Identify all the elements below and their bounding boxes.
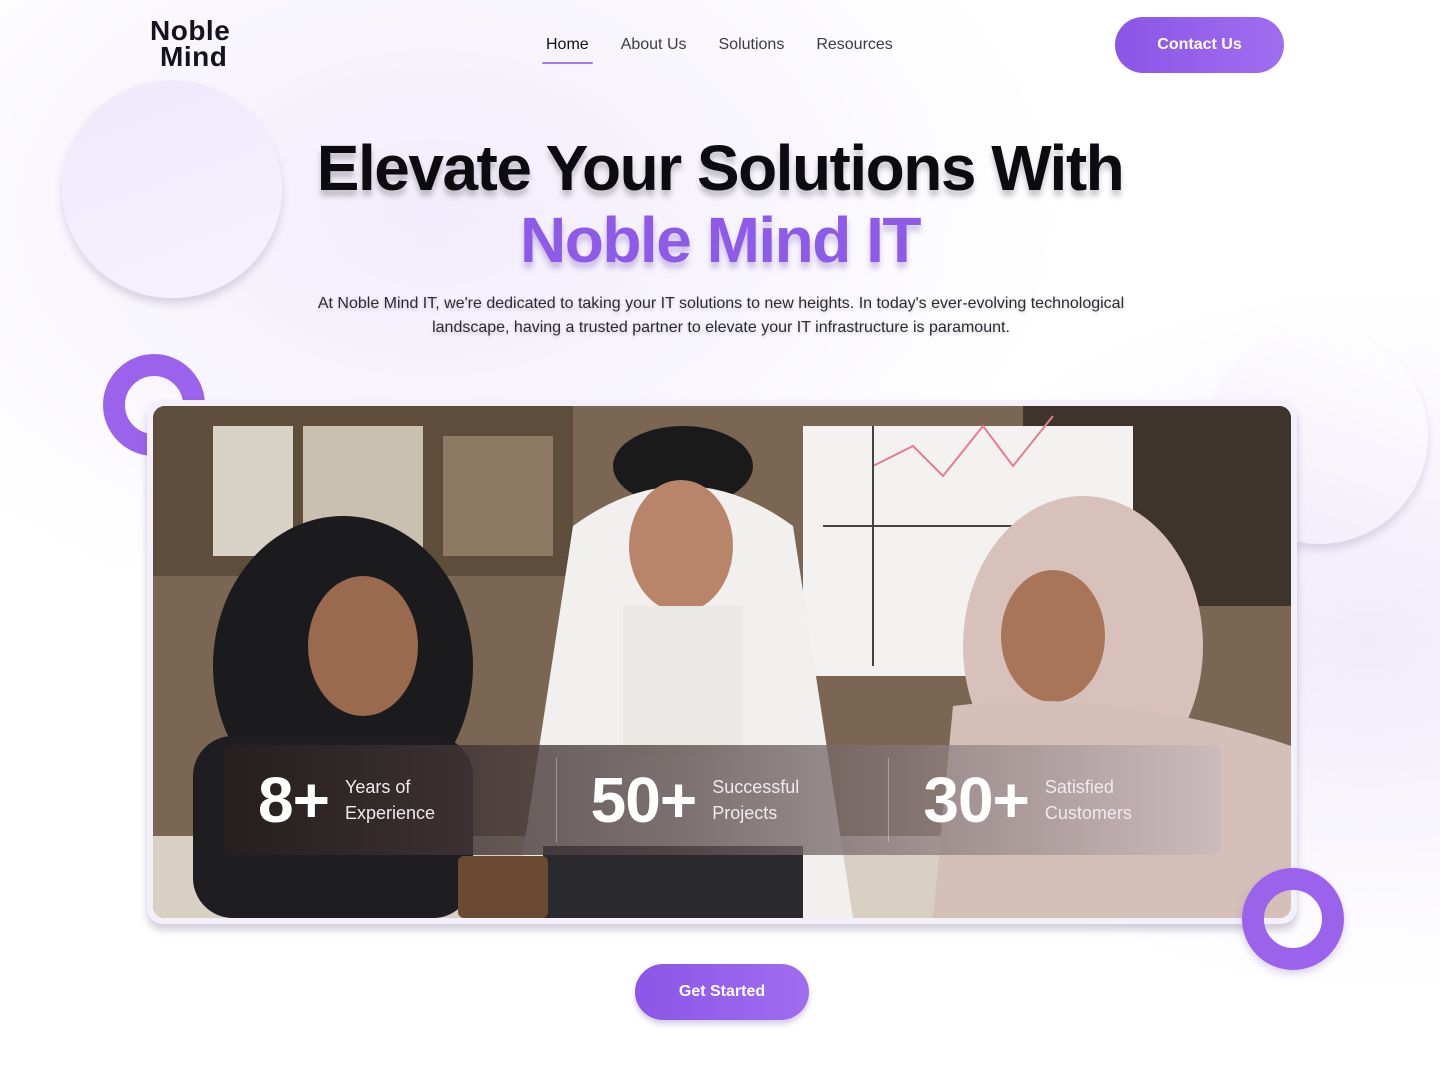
- hero-description: At Noble Mind IT, we're dedicated to tak…: [317, 295, 1125, 336]
- stat-label: Years of Experience: [344, 777, 436, 823]
- hero-title: Elevate Your Solutions With Noble Mind I…: [0, 132, 1440, 276]
- hero-title-line1: Elevate Your Solutions With: [316, 132, 1125, 204]
- nav-item-resources[interactable]: Resources: [800, 28, 908, 64]
- brand-logo[interactable]: Noble Mind: [150, 17, 250, 76]
- get-started-button[interactable]: Get Started: [635, 964, 809, 1020]
- stat-number: 50+: [590, 764, 698, 836]
- nav-item-about-us[interactable]: About Us: [605, 28, 703, 64]
- stat-number: 30+: [923, 764, 1030, 836]
- main-nav: Home About Us Solutions Resources: [530, 28, 909, 68]
- stats-bar: 8+ Years of Experience 50+ Successful Pr…: [224, 745, 1221, 855]
- site-header: Noble Mind Home About Us Solutions Resou…: [0, 0, 1440, 92]
- nav-item-solutions[interactable]: Solutions: [703, 28, 801, 64]
- logo-line2: Mind: [160, 41, 228, 72]
- stat-label: Satisfied Customers: [1044, 777, 1132, 823]
- decorative-ring-right: [1242, 868, 1344, 970]
- team-meeting-photo: 8+ Years of Experience 50+ Successful Pr…: [153, 406, 1291, 918]
- hero-title-accent: Noble Mind IT: [520, 204, 922, 276]
- nav-item-home[interactable]: Home: [530, 28, 605, 64]
- stat-projects: 50+ Successful Projects: [557, 758, 890, 842]
- stat-experience: 8+ Years of Experience: [224, 758, 557, 842]
- hero-image-card: 8+ Years of Experience 50+ Successful Pr…: [147, 400, 1297, 924]
- stat-number: 8+: [258, 764, 330, 836]
- stat-label: Successful Projects: [712, 777, 800, 823]
- contact-us-button[interactable]: Contact Us: [1115, 17, 1284, 73]
- stat-customers: 30+ Satisfied Customers: [889, 758, 1221, 842]
